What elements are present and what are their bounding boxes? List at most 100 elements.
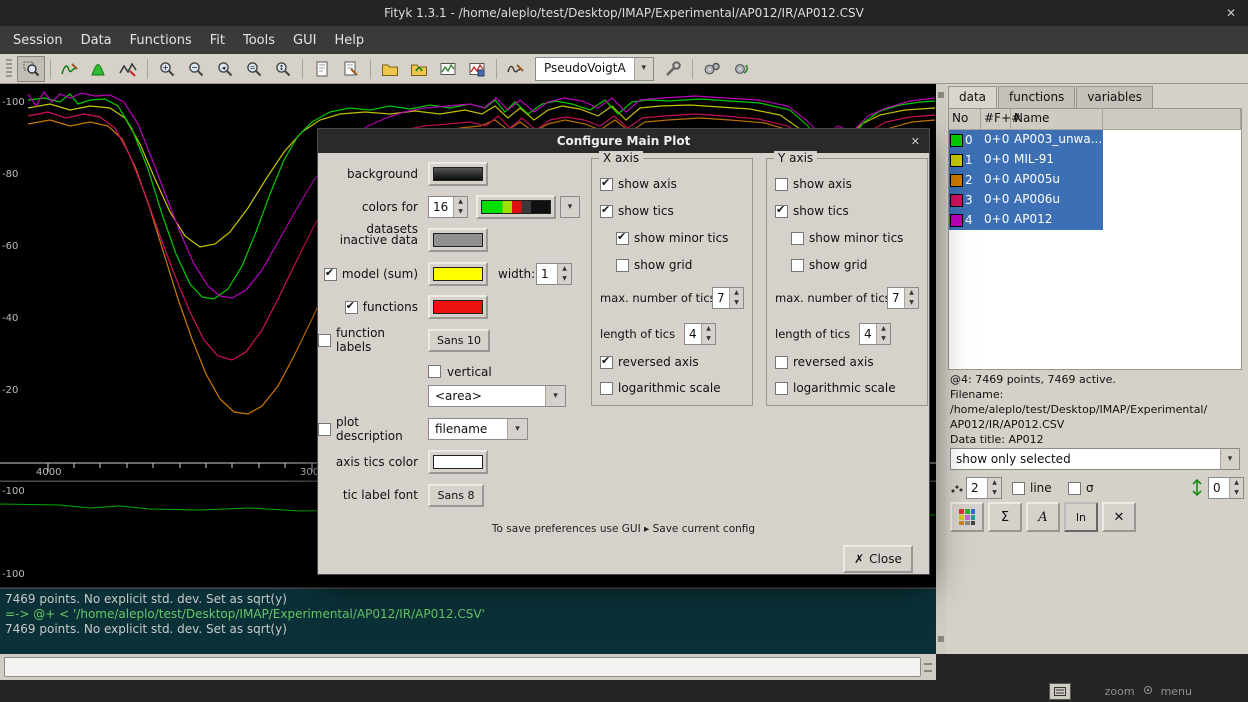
menu-session[interactable]: Session [4,29,72,52]
menu-gui[interactable]: GUI [284,29,325,52]
data-range-mode-button[interactable] [114,56,142,82]
col-no[interactable]: No [949,109,981,129]
description-combo[interactable]: filename ▾ [428,418,528,440]
y-show-axis-checkbox[interactable] [775,178,788,191]
x-reversed-checkbox[interactable] [600,356,613,369]
inactive-color-button[interactable] [428,228,488,252]
menu-data[interactable]: Data [72,29,121,52]
functions-checkbox[interactable] [345,301,358,314]
filter-combo[interactable]: show only selected ▾ [950,448,1240,470]
dataset-colors-button[interactable] [476,195,556,219]
tab-data[interactable]: data [948,86,997,108]
tic-font-button[interactable]: Sans 8 [428,484,484,507]
dialog-close-button[interactable]: ✗ Close [843,545,913,573]
close-x-icon: ✗ [854,552,864,566]
dataset-colors-count-spinner[interactable]: 16 ▲▼ [428,196,468,218]
y-tic-length-spinner[interactable]: 4 ▲▼ [859,323,891,345]
datasets-grid-button[interactable] [950,502,984,532]
x-tic-length-spinner[interactable]: 4 ▲▼ [684,323,716,345]
x-show-minor-tics-checkbox[interactable] [616,232,629,245]
model-width-spinner[interactable]: 1 ▲▼ [536,263,572,285]
dataset-row[interactable]: 4 0+0 AP012 [949,210,1241,230]
zoom-all-button[interactable]: = [240,56,268,82]
sigma-checkbox-row: σ [1068,481,1094,495]
open-file-button[interactable] [376,56,404,82]
menu-tools[interactable]: Tools [234,29,284,52]
plot-description-checkbox[interactable] [318,423,331,436]
command-input[interactable] [4,657,921,677]
tics-color-button[interactable] [428,450,488,474]
zoom-previous-button[interactable]: ◂ [211,56,239,82]
peak-type-combo[interactable]: PseudoVoigtA ▾ [535,57,654,81]
dataset-row[interactable]: 2 0+0 AP005u [949,170,1241,190]
draw-function-mode-button[interactable] [56,56,84,82]
delete-button[interactable]: ✕ [1102,502,1136,532]
transform-button[interactable]: ln [1064,502,1098,532]
y-reversed-checkbox[interactable] [775,356,788,369]
export-image-button[interactable] [434,56,462,82]
background-color-button[interactable] [428,162,488,186]
col-f[interactable]: #F+# [981,109,1011,129]
col-name[interactable]: Name [1011,109,1103,129]
vertical-splitter[interactable] [936,84,946,654]
dataset-row[interactable]: 3 0+0 AP006u [949,190,1241,210]
dataset-colors-dropdown[interactable]: ▾ [560,196,580,218]
shift-spinner[interactable]: 0 ▲▼ [1208,477,1244,499]
add-peak-mode-button[interactable] [85,56,113,82]
x-show-axis-checkbox[interactable] [600,178,613,191]
x-show-grid-checkbox[interactable] [616,259,629,272]
model-checkbox[interactable] [324,268,337,281]
functions-color-button[interactable] [428,295,488,319]
x-log-checkbox[interactable] [600,382,613,395]
title-bar[interactable]: Fityk 1.3.1 - /home/aleplo/test/Desktop/… [0,0,1248,26]
y-log-checkbox[interactable] [775,382,788,395]
zoom-label[interactable]: zoom [1105,685,1135,698]
rename-button[interactable]: A [1026,502,1060,532]
define-function-button[interactable] [502,56,530,82]
zoom-out-button[interactable]: − [182,56,210,82]
function-labels-checkbox[interactable] [318,334,331,347]
settings-wrench-button[interactable] [659,56,687,82]
chevron-down-icon[interactable]: ▾ [634,58,653,80]
model-color-button[interactable] [428,262,488,286]
y-show-tics-checkbox[interactable] [775,205,788,218]
y-show-grid-checkbox[interactable] [791,259,804,272]
undo-fit-button[interactable] [727,56,755,82]
dialog-titlebar[interactable]: Configure Main Plot ✕ [318,129,929,153]
label-font-button[interactable]: Sans 10 [428,329,490,352]
point-size-spinner[interactable]: 2 ▲▼ [966,477,1002,499]
zoom-vertical-button[interactable]: ↕ [269,56,297,82]
splitter-handle[interactable] [924,660,932,674]
sum-button[interactable]: Σ [988,502,1022,532]
config-page-button[interactable] [308,56,336,82]
x-max-tics-spinner[interactable]: 7 ▲▼ [712,287,744,309]
sigma-checkbox[interactable] [1068,482,1081,495]
chevron-down-icon[interactable]: ▾ [507,419,527,439]
menu-functions[interactable]: Functions [121,29,201,52]
chevron-down-icon[interactable]: ▾ [545,386,565,406]
keyboard-indicator-button[interactable] [1049,683,1071,700]
line-checkbox[interactable] [1012,482,1025,495]
start-fit-button[interactable] [698,56,726,82]
menu-label[interactable]: menu [1161,685,1192,698]
tab-functions[interactable]: functions [998,86,1075,108]
y-max-tics-spinner[interactable]: 7 ▲▼ [887,287,919,309]
chevron-down-icon[interactable]: ▾ [561,197,579,217]
zoom-select-mode-button[interactable] [17,56,45,82]
window-close-icon[interactable]: ✕ [1226,0,1236,26]
save-image-button[interactable] [463,56,491,82]
vertical-checkbox[interactable] [428,365,441,378]
script-editor-button[interactable] [337,56,365,82]
tab-variables[interactable]: variables [1076,86,1153,108]
x-show-tics-checkbox[interactable] [600,205,613,218]
menu-help[interactable]: Help [325,29,373,52]
menu-fit[interactable]: Fit [201,29,234,52]
y-show-minor-tics-checkbox[interactable] [791,232,804,245]
chevron-down-icon[interactable]: ▾ [1220,449,1239,469]
zoom-in-button[interactable]: + [153,56,181,82]
dialog-close-icon[interactable]: ✕ [911,135,920,148]
dataset-row[interactable]: 1 0+0 MIL-91 [949,150,1241,170]
dataset-row[interactable]: 0 0+0 AP003_unwa... [949,130,1241,150]
label-content-combo[interactable]: <area> ▾ [428,385,566,407]
import-data-button[interactable] [405,56,433,82]
